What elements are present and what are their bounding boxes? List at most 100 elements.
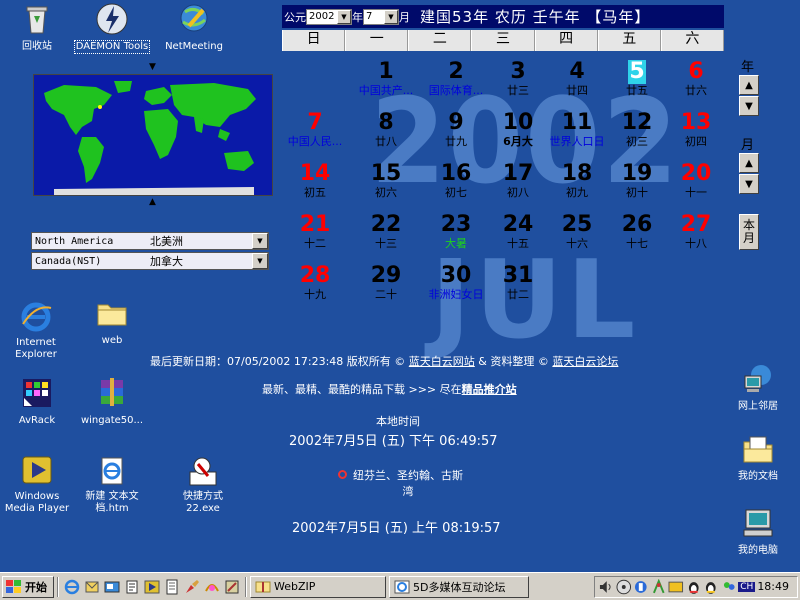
month-select[interactable]: 7 ▼ xyxy=(363,8,399,25)
day-cell[interactable]: 17 初八 xyxy=(488,162,548,200)
outlook-quicklaunch-icon[interactable] xyxy=(84,579,100,595)
volume-icon[interactable] xyxy=(598,579,614,595)
language-indicator[interactable]: CH xyxy=(738,581,756,592)
day-cell[interactable]: 28 十九 xyxy=(285,264,345,302)
day-note: 国际体育... xyxy=(428,84,484,97)
chevron-down-icon[interactable]: ▼ xyxy=(252,233,268,249)
document-quicklaunch-icon[interactable] xyxy=(164,579,180,595)
day-note: 初四 xyxy=(685,135,707,148)
day-note: 大暑 xyxy=(445,237,467,250)
chevron-down-icon[interactable]: ▼ xyxy=(337,9,351,24)
chevron-down-icon[interactable]: ▼ xyxy=(384,9,398,24)
day-cell-today[interactable]: 5 廿五 xyxy=(607,60,667,98)
day-cell[interactable]: 14 初五 xyxy=(285,162,345,200)
day-cell[interactable]: 15 初六 xyxy=(356,162,416,200)
taskbar-separator xyxy=(245,576,247,597)
year-down-button[interactable]: ▼ xyxy=(739,96,759,116)
day-cell[interactable]: 2 国际体育... xyxy=(426,60,486,98)
windows-media-player-icon-item[interactable]: Windows Media Player xyxy=(0,454,77,515)
day-cell[interactable]: 25 十六 xyxy=(547,213,607,251)
day-cell[interactable]: 1 中国共产... xyxy=(356,60,416,98)
recycle-bin-icon-item[interactable]: 回收站 xyxy=(0,2,77,53)
day-cell[interactable]: 20 十一 xyxy=(666,162,726,200)
network-neighborhood-icon-item[interactable]: 网上邻居 xyxy=(718,362,798,413)
day-cell[interactable]: 8 廿八 xyxy=(356,111,416,149)
year-up-button[interactable]: ▲ xyxy=(739,75,759,95)
map-down-arrow-icon[interactable]: ▲ xyxy=(149,197,156,207)
messenger-tray-icon[interactable] xyxy=(721,579,737,595)
day-cell[interactable]: 21 十二 xyxy=(285,213,345,251)
new-text-doc-icon-item[interactable]: 新建 文本文 档.htm xyxy=(72,454,152,515)
day-number: 20 xyxy=(680,161,712,186)
promo-link[interactable]: 精品推介站 xyxy=(462,383,517,396)
timezone-select[interactable]: Canada(NST) 加拿大 ▼ xyxy=(31,252,269,270)
netmeeting-icon xyxy=(177,2,211,36)
wingate-icon-item[interactable]: wingate50... xyxy=(72,376,152,427)
day-cell[interactable]: 11 世界人口日 xyxy=(547,111,607,149)
avrack-icon-item[interactable]: AvRack xyxy=(0,376,77,427)
day-cell[interactable]: 9 廿九 xyxy=(426,111,486,149)
forum-link[interactable]: 蓝天白云论坛 xyxy=(552,355,618,368)
remote-location: 纽芬兰、圣约翰、古斯 湾 xyxy=(338,467,463,499)
start-button[interactable]: 开始 xyxy=(2,575,54,598)
day-cell[interactable]: 13 初四 xyxy=(666,111,726,149)
flashget-quicklaunch-icon[interactable] xyxy=(204,579,220,595)
day-number: 1 xyxy=(378,59,394,84)
media-player-quicklaunch-icon[interactable] xyxy=(144,579,160,595)
day-cell[interactable]: 7 中国人民... xyxy=(285,111,345,149)
tool-quicklaunch-icon[interactable] xyxy=(224,579,240,595)
internet-explorer-icon-item[interactable]: Internet Explorer xyxy=(0,300,76,361)
netmeeting-icon-item[interactable]: NetMeeting xyxy=(154,2,234,53)
day-cell[interactable]: 30 非洲妇女日 xyxy=(426,264,486,302)
day-cell[interactable]: 24 十五 xyxy=(488,213,548,251)
day-cell[interactable]: 27 十八 xyxy=(666,213,726,251)
day-cell[interactable]: 4 廿四 xyxy=(547,60,607,98)
daemon-tray-icon[interactable] xyxy=(616,579,632,595)
day-cell[interactable]: 19 初十 xyxy=(607,162,667,200)
day-cell[interactable]: 23 大暑 xyxy=(426,213,486,251)
taskbar-forum-button[interactable]: 5D多媒体互动论坛 xyxy=(389,575,529,598)
this-month-button[interactable]: 本 月 xyxy=(739,214,759,250)
day-note: 初五 xyxy=(304,186,326,199)
day-cell[interactable]: 22 十三 xyxy=(356,213,416,251)
show-desktop-icon[interactable] xyxy=(104,579,120,595)
network-tray-icon[interactable] xyxy=(651,578,667,595)
month-up-button[interactable]: ▲ xyxy=(739,153,759,173)
input-method-tray-icon[interactable] xyxy=(668,579,684,595)
day-cell[interactable]: 12 初三 xyxy=(607,111,667,149)
daemon-tools-icon-item[interactable]: DAEMON Tools xyxy=(72,2,152,54)
day-cell[interactable]: 18 初九 xyxy=(547,162,607,200)
day-cell[interactable]: 29 二十 xyxy=(356,264,416,302)
ie-quicklaunch-icon[interactable] xyxy=(64,579,80,595)
my-computer-icon-item[interactable]: 我的电脑 xyxy=(718,506,798,557)
antivirus-tray-icon[interactable] xyxy=(633,579,649,595)
day-cell[interactable]: 31 廿二 xyxy=(488,264,548,302)
day-cell[interactable]: 26 十七 xyxy=(607,213,667,251)
qq-tray-icon-2[interactable] xyxy=(703,579,719,595)
map-up-arrow-icon[interactable]: ▼ xyxy=(149,62,156,72)
day-cell[interactable]: 6 廿六 xyxy=(666,60,726,98)
month-down-button[interactable]: ▼ xyxy=(739,174,759,194)
shortcut-icon-item[interactable]: 快捷方式 22.exe xyxy=(163,454,243,515)
my-documents-icon-item[interactable]: 我的文档 xyxy=(718,432,798,483)
chevron-down-icon[interactable]: ▼ xyxy=(252,253,268,269)
lunar-header: 建国53年 农历 壬午年 【马年】 xyxy=(420,8,651,26)
taskbar-webzip-button[interactable]: WebZIP xyxy=(250,575,386,598)
day-cell[interactable]: 10 6月大 xyxy=(488,111,548,149)
day-number: 9 xyxy=(448,110,464,135)
web-folder-icon-item[interactable]: web xyxy=(72,296,152,347)
day-cell[interactable]: 3 廿三 xyxy=(488,60,548,98)
notepad-quicklaunch-icon[interactable] xyxy=(124,579,140,595)
weekday-sun: 日 xyxy=(282,30,346,51)
paint-quicklaunch-icon[interactable] xyxy=(184,579,200,595)
day-cell[interactable]: 16 初七 xyxy=(426,162,486,200)
site-link[interactable]: 蓝天白云网站 xyxy=(409,355,475,368)
continent-select[interactable]: North America 北美洲 ▼ xyxy=(31,232,269,250)
world-map[interactable] xyxy=(33,74,273,196)
year-select[interactable]: 2002 ▼ xyxy=(306,8,352,25)
month-label: 月 xyxy=(399,10,410,24)
clock[interactable]: 18:49 xyxy=(757,580,789,593)
weekday-tue: 二 xyxy=(408,30,472,51)
webzip-icon xyxy=(255,581,271,592)
qq-tray-icon[interactable] xyxy=(686,579,702,595)
